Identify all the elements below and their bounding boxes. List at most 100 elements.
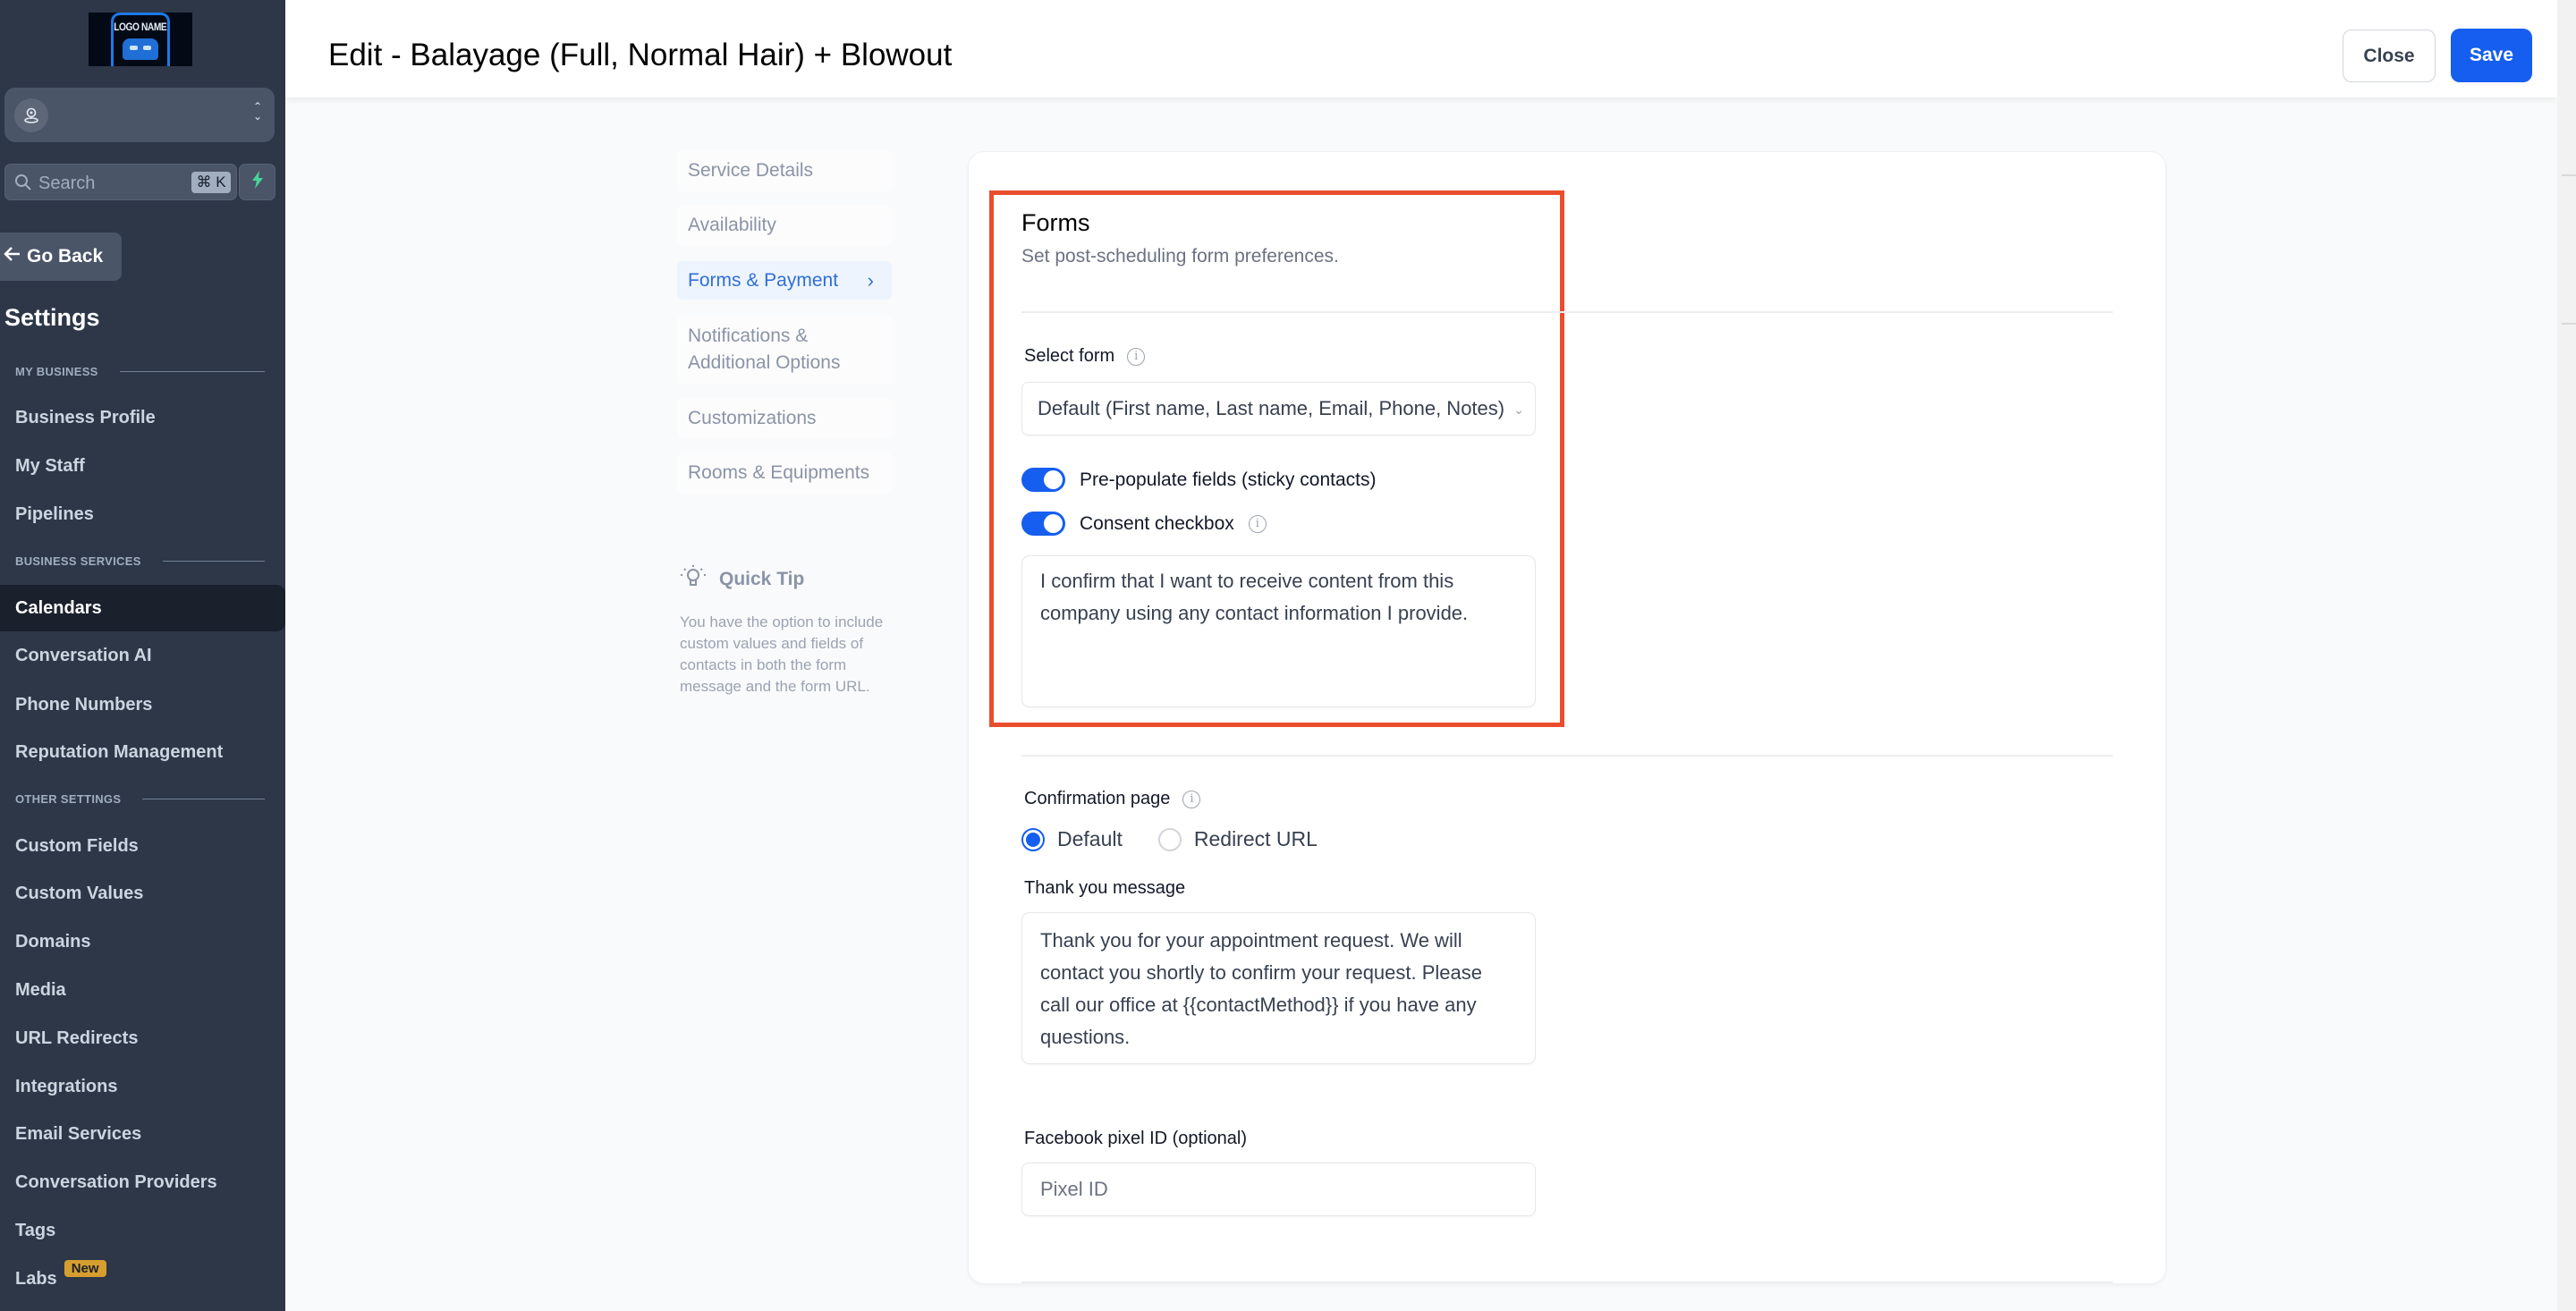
section-business-services: BUSINESS SERVICES	[15, 554, 265, 568]
settings-title: Settings	[4, 304, 100, 331]
label-text: Facebook pixel ID (optional)	[1024, 1129, 1248, 1148]
section-label: MY BUSINESS	[15, 365, 98, 378]
lightning-bolt-icon	[250, 171, 265, 193]
logo-mascot-icon	[123, 38, 158, 60]
info-icon[interactable]: i	[1127, 347, 1146, 366]
consent-text-input[interactable]: I confirm that I want to receive content…	[1021, 555, 1536, 707]
radio-redirect-url-label[interactable]: Redirect URL	[1194, 827, 1318, 851]
new-badge: New	[64, 1259, 106, 1277]
location-switcher[interactable]: ⌃ ⌄	[4, 88, 275, 142]
tab-label: Notifications & Additional Options	[688, 326, 841, 373]
prepopulate-label: Pre-populate fields (sticky contacts)	[1080, 469, 1377, 490]
logo-text: LOGO NAME	[114, 21, 167, 33]
sidebar-item-media[interactable]: Media	[0, 967, 285, 1013]
info-icon[interactable]: i	[1248, 514, 1267, 533]
sidebar-item-conversation-providers[interactable]: Conversation Providers	[0, 1159, 285, 1205]
sidebar-item-business-profile[interactable]: Business Profile	[0, 394, 285, 441]
sidebar-item-pipelines[interactable]: Pipelines	[0, 491, 285, 537]
sidebar-item-conversation-ai[interactable]: Conversation AI	[0, 632, 285, 679]
section-my-business: MY BUSINESS	[15, 365, 265, 378]
radio-default[interactable]	[1021, 827, 1045, 851]
tip-body: You have the option to include custom va…	[680, 613, 884, 695]
section-label: BUSINESS SERVICES	[15, 554, 141, 568]
company-logo[interactable]: LOGO NAME	[89, 13, 192, 66]
forms-section-subtitle: Set post-scheduling form preferences.	[1021, 246, 1339, 266]
confirmation-page-label: Confirmation page i	[1024, 789, 1201, 809]
selected-value: Default (First name, Last name, Email, P…	[1038, 397, 1505, 419]
sidebar: LOGO NAME ⌃ ⌄ Search ⌘ K Go Back Settings…	[0, 0, 285, 1311]
tab-label: Rooms & Equipments	[688, 462, 870, 483]
label-text: Select form	[1024, 346, 1115, 366]
chevron-down-icon: ⌄	[1510, 402, 1524, 418]
sidebar-item-custom-values[interactable]: Custom Values	[0, 870, 285, 917]
section-divider	[1021, 755, 2113, 757]
quick-tip: Quick Tip You have the option to include…	[680, 563, 894, 698]
label-text: Confirmation page	[1024, 789, 1171, 808]
select-form-dropdown[interactable]: Default (First name, Last name, Email, P…	[1021, 382, 1536, 436]
divider	[2562, 174, 2576, 176]
save-button[interactable]: Save	[2451, 29, 2532, 82]
sidebar-item-url-redirects[interactable]: URL Redirects	[0, 1015, 285, 1061]
location-pin-icon	[14, 98, 48, 132]
sidebar-item-my-staff[interactable]: My Staff	[0, 443, 285, 489]
confirmation-radio-group: Default Redirect URL	[1021, 827, 1318, 851]
thank-you-message-input[interactable]: Thank you for your appointment request. …	[1021, 912, 1536, 1064]
tab-label: Customizations	[688, 408, 817, 428]
tab-rooms-equipments[interactable]: Rooms & Equipments	[677, 453, 892, 494]
sidebar-item-email-services[interactable]: Email Services	[0, 1111, 285, 1157]
sidebar-item-calendars[interactable]: Calendars	[0, 585, 285, 631]
sidebar-item-labs[interactable]: Labs New	[0, 1256, 285, 1302]
radio-redirect-url[interactable]	[1157, 827, 1182, 851]
forms-section-title: Forms	[1021, 209, 1090, 236]
section-other-settings: OTHER SETTINGS	[15, 792, 265, 806]
lightbulb-icon	[680, 563, 707, 596]
sidebar-item-tags[interactable]: Tags	[0, 1207, 285, 1254]
search-placeholder: Search	[38, 173, 96, 193]
tip-title: Quick Tip	[719, 569, 805, 589]
section-divider	[1021, 1281, 2113, 1283]
search-input[interactable]: Search ⌘ K	[4, 164, 237, 200]
tab-customizations[interactable]: Customizations	[677, 398, 892, 439]
sidebar-item-integrations[interactable]: Integrations	[0, 1063, 285, 1110]
tab-forms-payment[interactable]: Forms & Payment ›	[677, 261, 892, 300]
pixel-id-input[interactable]	[1021, 1163, 1536, 1216]
divider	[119, 371, 265, 372]
tab-availability[interactable]: Availability	[677, 205, 892, 246]
info-icon[interactable]: i	[1182, 790, 1201, 808]
logo-shield-icon: LOGO NAME	[111, 13, 170, 66]
chevron-up-down-icon: ⌃ ⌄	[252, 100, 262, 123]
quick-actions-button[interactable]	[239, 164, 275, 200]
tab-label: Service Details	[688, 160, 814, 181]
tab-label: Availability	[688, 215, 776, 235]
sidebar-item-reputation-management[interactable]: Reputation Management	[0, 729, 285, 775]
page-title: Edit - Balayage (Full, Normal Hair) + Bl…	[328, 38, 953, 72]
search-icon	[14, 173, 32, 196]
divider	[2562, 323, 2576, 325]
tab-label: Forms & Payment	[688, 269, 839, 291]
labs-label: Labs	[15, 1268, 57, 1289]
prepopulate-row: Pre-populate fields (sticky contacts)	[1021, 468, 1376, 492]
sidebar-item-domains[interactable]: Domains	[0, 918, 285, 965]
pixel-id-label: Facebook pixel ID (optional)	[1024, 1129, 1247, 1149]
divider	[162, 561, 265, 562]
select-form-label: Select form i	[1024, 346, 1146, 367]
sidebar-item-phone-numbers[interactable]: Phone Numbers	[0, 681, 285, 728]
consent-row: Consent checkbox i	[1021, 512, 1267, 536]
page-header: Edit - Balayage (Full, Normal Hair) + Bl…	[285, 0, 2557, 97]
arrow-left-icon	[4, 245, 21, 268]
go-back-label: Go Back	[27, 246, 104, 266]
label-text: Thank you message	[1024, 878, 1186, 898]
section-label: OTHER SETTINGS	[15, 792, 122, 806]
tab-notifications-additional-options[interactable]: Notifications & Additional Options	[677, 316, 892, 384]
go-back-button[interactable]: Go Back	[0, 233, 122, 281]
consent-toggle[interactable]	[1021, 512, 1065, 536]
tab-service-details[interactable]: Service Details	[677, 150, 892, 191]
prepopulate-toggle[interactable]	[1021, 468, 1065, 492]
close-button[interactable]: Close	[2343, 30, 2436, 82]
sidebar-item-custom-fields[interactable]: Custom Fields	[0, 823, 285, 869]
radio-default-label[interactable]: Default	[1057, 827, 1123, 851]
keyboard-shortcut: ⌘ K	[191, 172, 231, 193]
consent-label: Consent checkbox	[1080, 512, 1234, 534]
chevron-right-icon: ›	[867, 268, 874, 292]
thank-you-message-label: Thank you message	[1024, 878, 1185, 899]
